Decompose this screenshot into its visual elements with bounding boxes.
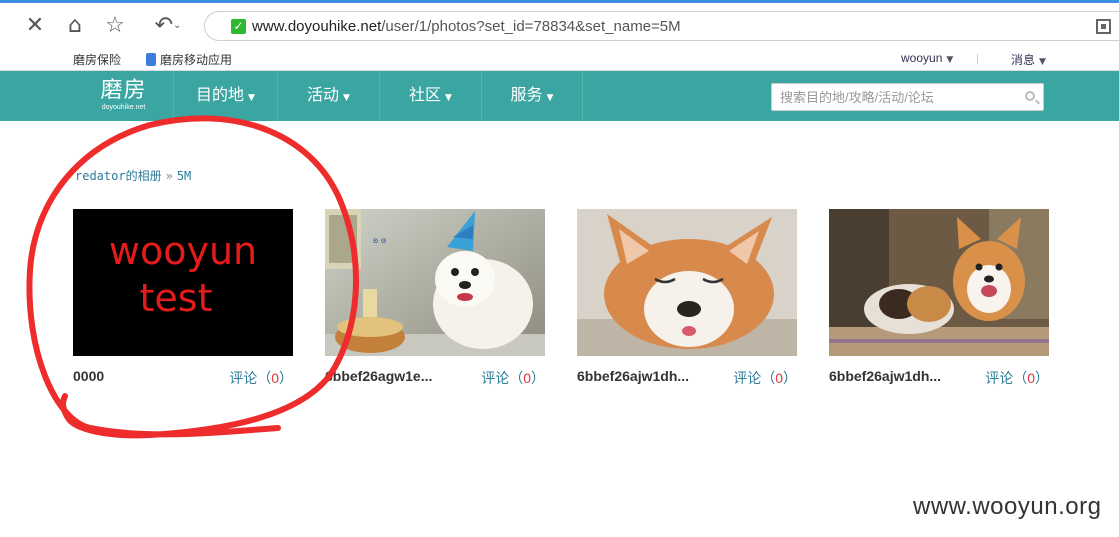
photo-image: ʚ ɞ [325, 209, 545, 356]
comments-label: 评论（ [733, 370, 776, 386]
comments-count: 0 [1027, 370, 1035, 386]
chevron-down-icon: ▼ [546, 93, 554, 103]
search-input[interactable] [772, 84, 1012, 110]
photo-name[interactable]: 6bbef26ajw1dh... [577, 368, 689, 384]
home-icon[interactable]: ⌂ [60, 11, 90, 39]
comments-close: ） [279, 370, 293, 386]
nav-service[interactable]: 服务 ▼ [481, 71, 583, 121]
chevron-down-icon: ▼ [248, 93, 255, 103]
comments-label: 评论（ [481, 370, 524, 386]
comments-count: 0 [271, 370, 279, 386]
comments-close: ） [531, 370, 545, 386]
nav-label: 服务 [510, 87, 543, 104]
photo-name[interactable]: 6bbef26agw1e... [325, 368, 432, 384]
phone-icon [146, 53, 156, 66]
url-text[interactable]: www.doyouhike.net/user/1/photos?set_id=7… [252, 18, 681, 35]
bookmark-insurance[interactable]: 磨房保险 [73, 51, 121, 68]
photo-image [829, 209, 1049, 356]
photo-comments-link[interactable]: 评论（0） [985, 368, 1049, 388]
star-icon[interactable]: ☆ [100, 11, 130, 39]
url-path: /user/1/photos?set_id=78834&set_name=5M [381, 18, 681, 35]
nav-activity[interactable]: 活动 ▼ [277, 71, 379, 121]
browser-toolbar: ✕ ⌂ ☆ ↶ ⌄ ✓ www.doyouhike.net/user/1/phot… [0, 0, 1119, 46]
bookmark-label: 磨房保险 [73, 53, 122, 67]
chevron-down-icon: ▼ [445, 93, 452, 103]
divider [977, 54, 978, 64]
comments-label: 评论（ [229, 370, 272, 386]
search-icon[interactable] [1025, 91, 1035, 101]
close-icon[interactable]: ✕ [20, 11, 50, 39]
chevron-down-icon: ▼ [946, 55, 954, 65]
image-text-line1: wooyun [109, 229, 257, 273]
photo-meta: 6bbef26ajw1dh... 评论（0） [577, 368, 797, 386]
bookmark-label: 磨房移动应用 [160, 53, 233, 67]
photo-comments-link[interactable]: 评论（0） [733, 368, 797, 388]
bookmarks-bar: 磨房保险 磨房移动应用 wooyun ▼ 消息 ▼ [0, 46, 1119, 71]
svg-text:ʚ ɞ: ʚ ɞ [373, 236, 386, 245]
comments-close: ） [783, 370, 797, 386]
photo-name[interactable]: 0000 [73, 368, 104, 384]
logo-text: 磨房 [100, 78, 147, 103]
breadcrumb-album-owner[interactable]: redator的相册 [75, 169, 162, 183]
url-host: www.doyouhike.net [252, 18, 382, 35]
photo-comments-link[interactable]: 评论（0） [481, 368, 545, 388]
messages-label: 消息 [1011, 53, 1036, 67]
photo-name[interactable]: 6bbef26ajw1dh... [829, 368, 941, 384]
photo-comments-link[interactable]: 评论（0） [229, 368, 293, 388]
messages-menu[interactable]: 消息 ▼ [1011, 51, 1046, 68]
undo-icon[interactable]: ↶ ⌄ [148, 11, 188, 39]
nav-community[interactable]: 社区 ▼ [379, 71, 481, 121]
photo-thumbnail[interactable]: wooyun test [73, 209, 293, 356]
nav-label: 活动 [307, 87, 340, 104]
site-search [771, 83, 1044, 111]
photo-thumbnail[interactable]: ʚ ɞ [325, 209, 545, 356]
photo-image: wooyun test [109, 229, 257, 320]
photo-thumbnail[interactable] [829, 209, 1049, 356]
address-bar[interactable]: ✓ www.doyouhike.net/user/1/photos?set_id… [204, 11, 1119, 41]
comments-label: 评论（ [985, 370, 1028, 386]
photo-image [577, 209, 797, 356]
chevron-down-icon: ▼ [1039, 57, 1046, 67]
watermark: www.wooyun.org [913, 493, 1102, 520]
breadcrumb-separator: » [165, 169, 173, 183]
logo-subtext: doyouhike.net [101, 104, 146, 111]
username: wooyun [901, 51, 943, 65]
bookmark-mobile-app[interactable]: 磨房移动应用 [146, 51, 232, 68]
breadcrumb-album[interactable]: 5M [177, 169, 191, 183]
photo-meta: 6bbef26ajw1dh... 评论（0） [829, 368, 1049, 386]
site-nav: 磨房 doyouhike.net 目的地 ▼ 活动 ▼ 社区 ▼ 服务 ▼ [0, 71, 1119, 121]
site-logo[interactable]: 磨房 doyouhike.net [96, 79, 151, 112]
comments-count: 0 [523, 370, 531, 386]
qr-icon[interactable] [1096, 19, 1111, 34]
chevron-down-icon: ▼ [343, 93, 350, 103]
photo-meta: 0000 评论（0） [73, 368, 293, 386]
breadcrumb: redator的相册» 5M [75, 167, 191, 184]
nav-label: 目的地 [196, 87, 245, 104]
lock-icon: ✓ [231, 19, 246, 34]
photo-thumbnail[interactable] [577, 209, 797, 356]
nav-destination[interactable]: 目的地 ▼ [173, 71, 277, 121]
image-text-line2: test [140, 276, 213, 320]
nav-label: 社区 [409, 87, 442, 104]
comments-close: ） [1035, 370, 1049, 386]
user-menu[interactable]: wooyun ▼ [901, 51, 953, 65]
comments-count: 0 [775, 370, 783, 386]
photo-meta: 6bbef26agw1e... 评论（0） [325, 368, 545, 386]
